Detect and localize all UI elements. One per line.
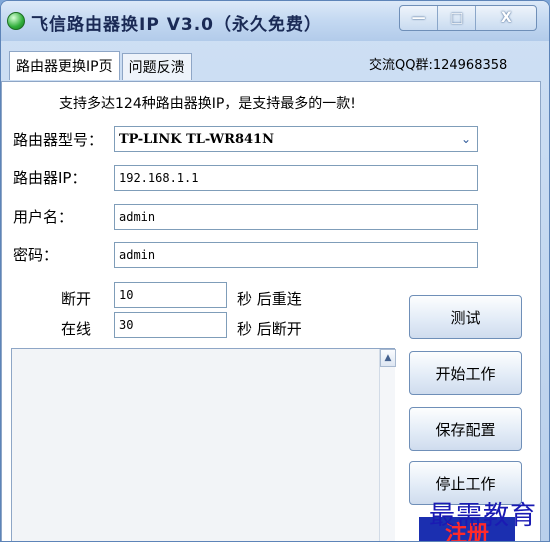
router-ip-input[interactable]: 192.168.1.1 bbox=[114, 165, 478, 191]
router-model-select[interactable]: TP-LINK TL-WR841N ⌄ bbox=[114, 126, 478, 152]
disconnect-label: 断开 bbox=[61, 290, 92, 308]
online-seconds-input[interactable]: 30 bbox=[114, 312, 227, 338]
minimize-icon: — bbox=[411, 10, 426, 26]
test-button[interactable]: 测试 bbox=[409, 295, 522, 339]
start-work-button[interactable]: 开始工作 bbox=[409, 351, 522, 395]
window-title: 飞信路由器换IP V3.0（永久免费） bbox=[31, 15, 322, 35]
ip-label: 路由器IP： bbox=[13, 169, 87, 187]
log-textarea[interactable]: ▲ bbox=[11, 348, 396, 541]
online-label: 在线 bbox=[61, 320, 92, 338]
green-globe-icon bbox=[7, 12, 25, 30]
username-input[interactable]: admin bbox=[114, 204, 478, 230]
minimize-button[interactable]: — bbox=[400, 6, 439, 30]
save-config-button[interactable]: 保存配置 bbox=[409, 407, 522, 451]
online-suffix: 秒 后断开 bbox=[237, 320, 302, 338]
router-model-value: TP-LINK TL-WR841N bbox=[119, 131, 274, 147]
watermark-text: 最需教育 bbox=[429, 501, 538, 531]
password-label: 密码： bbox=[13, 246, 59, 264]
window-controls: — □ X bbox=[399, 5, 537, 31]
maximize-icon: □ bbox=[450, 10, 464, 26]
app-window: 飞信路由器换IP V3.0（永久免费） — □ X 路由器更换IP页 问题反溃 … bbox=[0, 0, 550, 542]
disconnect-suffix: 秒 后重连 bbox=[237, 290, 302, 308]
qq-group-info: 交流QQ群:124968358 bbox=[369, 58, 508, 73]
log-scrollbar[interactable]: ▲ bbox=[379, 349, 396, 541]
title-bar[interactable]: 飞信路由器换IP V3.0（永久免费） — □ X bbox=[1, 1, 549, 41]
support-notice: 支持多达124种路由器换IP，是支持最多的一款! bbox=[59, 96, 356, 112]
password-input[interactable]: admin bbox=[114, 242, 478, 268]
tab-feedback[interactable]: 问题反溃 bbox=[121, 53, 192, 80]
disconnect-seconds-input[interactable]: 10 bbox=[114, 282, 227, 308]
chevron-down-icon[interactable]: ⌄ bbox=[455, 127, 477, 151]
close-icon: X bbox=[500, 10, 512, 26]
tab-bar: 路由器更换IP页 问题反溃 bbox=[9, 51, 194, 81]
username-label: 用户名： bbox=[13, 208, 74, 226]
scroll-up-icon[interactable]: ▲ bbox=[380, 349, 396, 367]
maximize-button[interactable]: □ bbox=[438, 6, 477, 30]
tab-router-ip[interactable]: 路由器更换IP页 bbox=[9, 51, 120, 80]
close-button[interactable]: X bbox=[476, 6, 536, 30]
model-label: 路由器型号： bbox=[13, 131, 104, 149]
